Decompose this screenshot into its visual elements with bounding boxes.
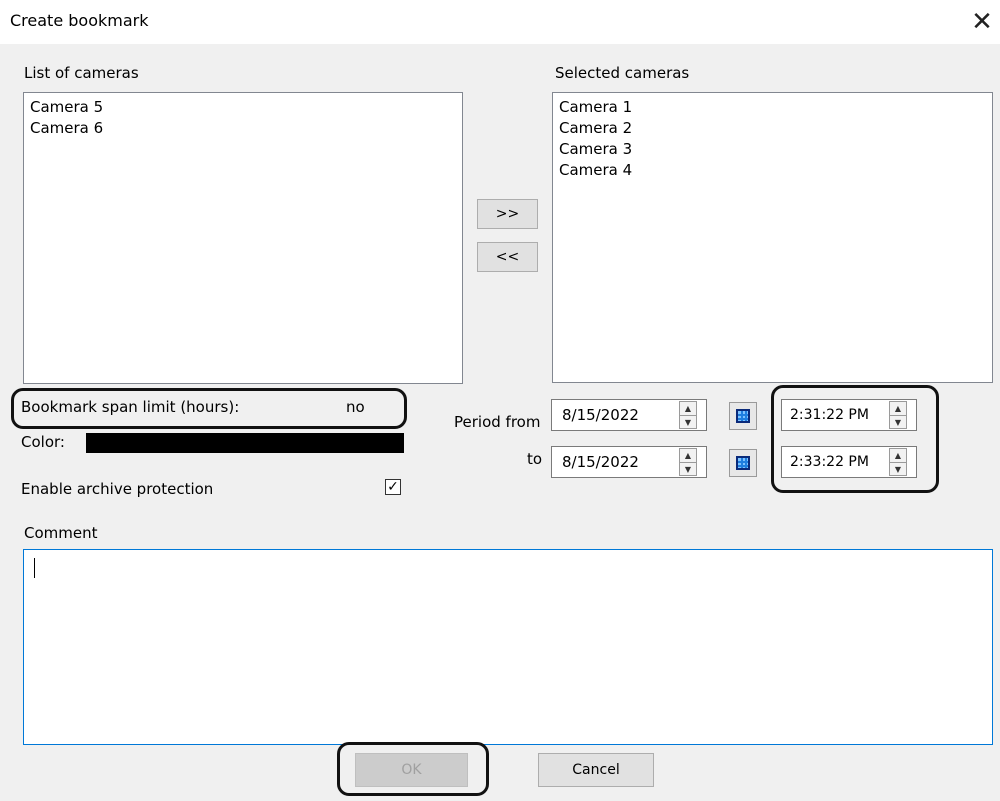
to-date-value: 8/15/2022	[562, 453, 639, 471]
to-time-spinner[interactable]: ▲ ▼	[889, 448, 907, 476]
spin-up-icon[interactable]: ▲	[890, 402, 906, 416]
list-item-camera-5[interactable]: Camera 5	[30, 97, 462, 118]
archive-protection-checkbox[interactable]: ✓	[385, 479, 401, 495]
archive-protection-label: Enable archive protection	[21, 480, 214, 498]
period-to-label: to	[527, 450, 543, 468]
ok-button[interactable]: OK	[355, 753, 468, 787]
list-item-camera-1[interactable]: Camera 1	[559, 97, 992, 118]
from-time-value: 2:31:22 PM	[790, 407, 869, 423]
spin-up-icon[interactable]: ▲	[890, 449, 906, 463]
spin-up-icon[interactable]: ▲	[680, 402, 696, 416]
spin-down-icon[interactable]: ▼	[890, 416, 906, 429]
list-of-cameras-label: List of cameras	[24, 64, 139, 82]
to-calendar-button[interactable]	[729, 449, 757, 477]
spin-down-icon[interactable]: ▼	[680, 416, 696, 429]
comment-label: Comment	[24, 524, 98, 542]
selected-cameras-list[interactable]: Camera 1 Camera 2 Camera 3 Camera 4	[552, 92, 993, 383]
checkmark-icon: ✓	[387, 479, 399, 495]
add-camera-button[interactable]: >>	[477, 199, 538, 229]
spin-down-icon[interactable]: ▼	[680, 463, 696, 476]
to-time-value: 2:33:22 PM	[790, 454, 869, 470]
list-item-camera-6[interactable]: Camera 6	[30, 118, 462, 139]
remove-camera-button[interactable]: <<	[477, 242, 538, 272]
from-date-spinner[interactable]: ▲ ▼	[679, 401, 697, 429]
to-date-spinner[interactable]: ▲ ▼	[679, 448, 697, 476]
list-item-camera-2[interactable]: Camera 2	[559, 118, 992, 139]
cancel-button[interactable]: Cancel	[538, 753, 654, 787]
list-item-camera-4[interactable]: Camera 4	[559, 160, 992, 181]
from-calendar-button[interactable]	[729, 402, 757, 430]
spin-up-icon[interactable]: ▲	[680, 449, 696, 463]
list-item-camera-3[interactable]: Camera 3	[559, 139, 992, 160]
color-label: Color:	[21, 433, 65, 451]
text-cursor	[34, 558, 35, 578]
spin-down-icon[interactable]: ▼	[890, 463, 906, 476]
from-time-spinner[interactable]: ▲ ▼	[889, 401, 907, 429]
period-from-label: Period from	[454, 413, 541, 431]
color-swatch[interactable]	[86, 433, 404, 453]
selected-cameras-label: Selected cameras	[555, 64, 690, 82]
close-icon[interactable]: ✕	[964, 4, 1000, 40]
calendar-icon	[736, 409, 750, 423]
span-limit-label: Bookmark span limit (hours):	[21, 398, 240, 416]
window-title: Create bookmark	[10, 11, 149, 30]
available-cameras-list[interactable]: Camera 5 Camera 6	[23, 92, 463, 384]
comment-textarea[interactable]	[23, 549, 993, 745]
span-limit-value: no	[346, 398, 365, 416]
from-date-value: 8/15/2022	[562, 406, 639, 424]
calendar-icon	[736, 456, 750, 470]
title-bar	[0, 0, 1000, 44]
